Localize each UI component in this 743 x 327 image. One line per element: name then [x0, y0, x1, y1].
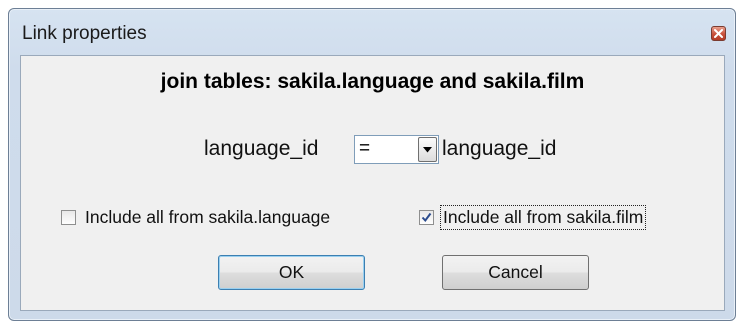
title-bar[interactable]: Link properties: [9, 9, 735, 55]
include-all-film-checkbox[interactable]: Include all from sakila.film: [419, 203, 647, 231]
right-field-label: language_id: [442, 137, 557, 160]
close-icon: [714, 29, 723, 38]
include-options-row: Include all from sakila.language Include…: [21, 203, 724, 231]
cancel-button[interactable]: Cancel: [442, 255, 589, 290]
checkbox-box[interactable]: [61, 209, 76, 225]
chevron-down-icon: [423, 146, 432, 152]
include-all-language-checkbox[interactable]: Include all from sakila.language: [61, 203, 332, 231]
join-heading: join tables: sakila.language and sakila.…: [160, 70, 585, 93]
include-all-film-label: Include all from sakila.film: [439, 204, 647, 230]
ok-button[interactable]: OK: [218, 255, 365, 290]
window-title: Link properties: [22, 23, 147, 44]
include-all-language-label: Include all from sakila.language: [85, 206, 331, 227]
dialog-content: join tables: sakila.language and sakila.…: [20, 55, 725, 311]
link-properties-dialog: Link properties join tables: sakila.lang…: [8, 8, 736, 321]
join-condition-row: language_id = language_id: [21, 135, 724, 165]
left-field-label: language_id: [204, 137, 319, 160]
checkbox-box[interactable]: [419, 209, 434, 225]
operator-select[interactable]: =: [354, 135, 439, 164]
close-button[interactable]: [711, 26, 726, 41]
checkmark-icon: [421, 212, 432, 222]
operator-value: =: [359, 138, 371, 159]
operator-dropdown-button[interactable]: [418, 137, 437, 162]
